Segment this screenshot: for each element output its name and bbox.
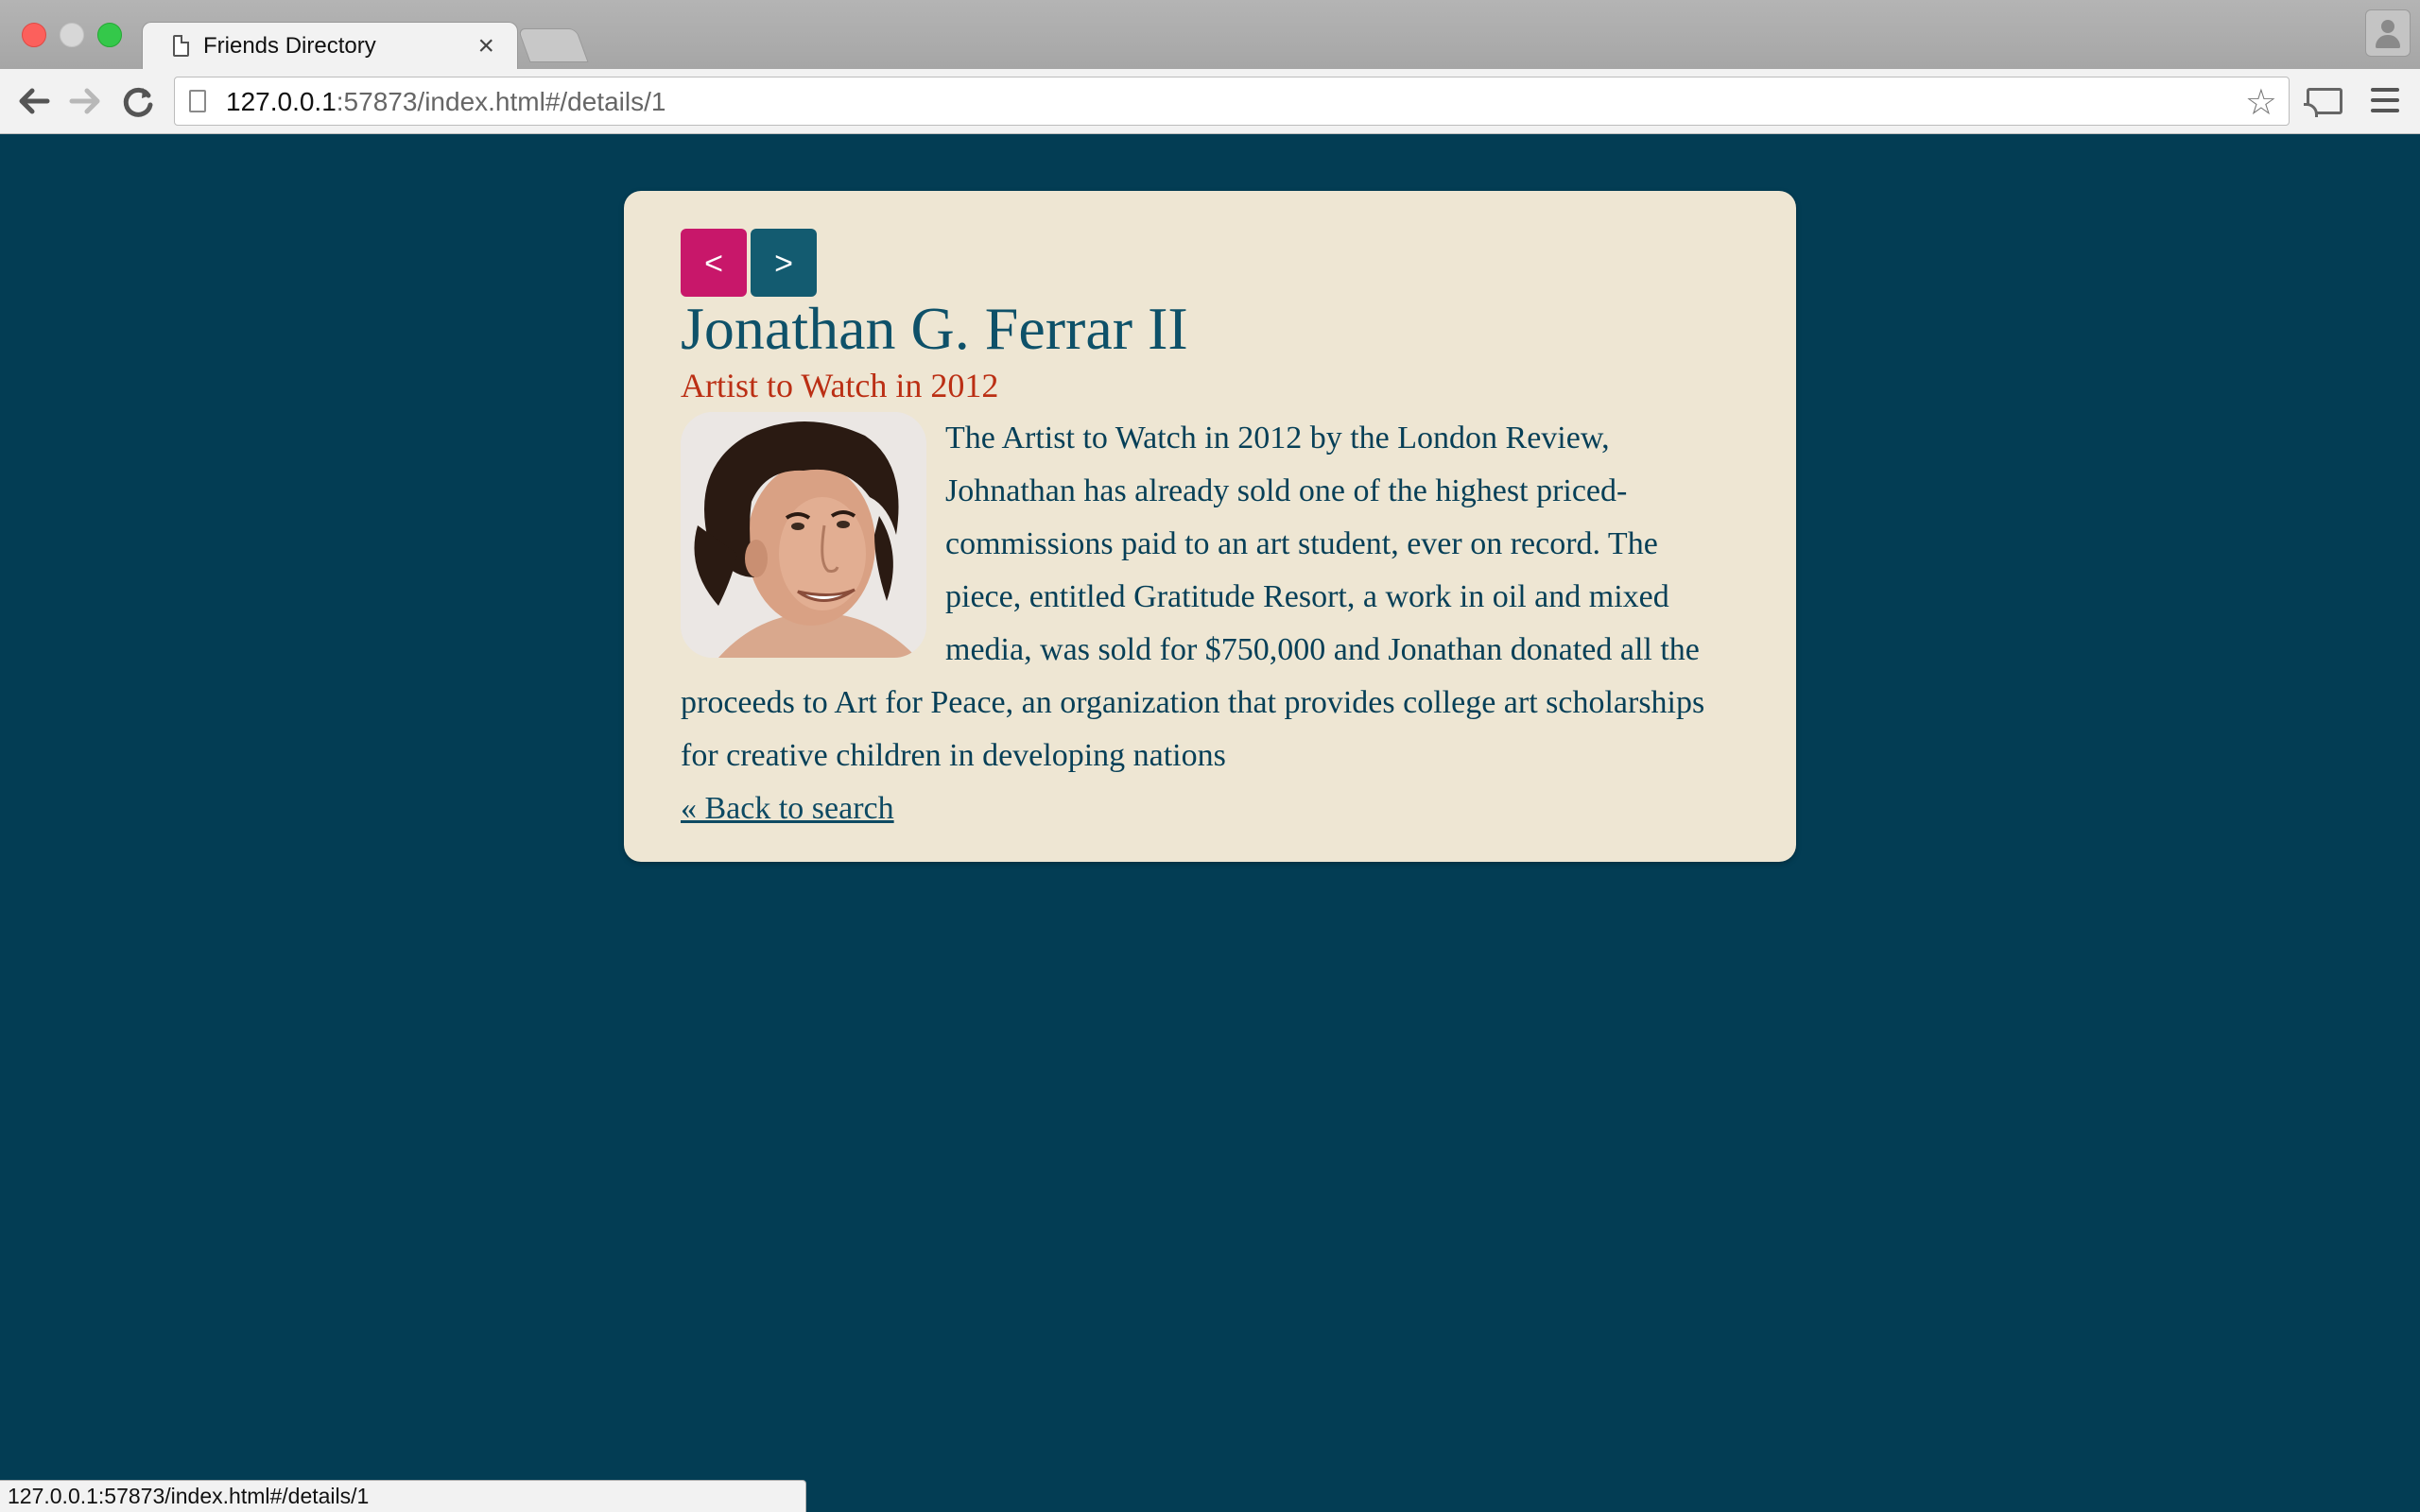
document-icon <box>173 35 189 57</box>
maximize-window-button[interactable] <box>97 23 122 47</box>
page-icon <box>189 90 206 112</box>
url-text[interactable]: 127.0.0.1:57873/index.html#/details/1 <box>226 87 666 117</box>
pager: < > <box>681 229 1739 297</box>
cast-icon[interactable] <box>2304 88 2342 117</box>
tab-title: Friends Directory <box>203 33 376 59</box>
profile-icon[interactable] <box>2365 9 2411 57</box>
tab-close-icon[interactable]: × <box>477 30 494 62</box>
status-bar: 127.0.0.1:57873/index.html#/details/1 <box>0 1480 806 1512</box>
bookmark-star-icon[interactable]: ☆ <box>2245 81 2277 124</box>
details-card: < > Jonathan G. Ferrar II Artist to Watch… <box>624 191 1796 862</box>
address-bar[interactable]: 127.0.0.1:57873/index.html#/details/1 ☆ <box>174 77 2290 126</box>
browser-chrome: Friends Directory × 127.0.0.1:57873/inde… <box>0 0 2420 134</box>
browser-tab[interactable]: Friends Directory × <box>142 22 518 71</box>
hamburger-menu-icon[interactable] <box>2371 88 2399 114</box>
person-title: Artist to Watch in 2012 <box>681 367 999 404</box>
forward-arrow-icon[interactable] <box>64 80 106 122</box>
back-to-search-link[interactable]: « Back to search <box>681 782 894 835</box>
previous-button[interactable]: < <box>681 229 747 297</box>
tab-bar: Friends Directory × <box>0 0 2420 71</box>
back-arrow-icon[interactable] <box>13 80 55 122</box>
browser-toolbar: 127.0.0.1:57873/index.html#/details/1 ☆ <box>0 69 2420 134</box>
bio: The Artist to Watch in 2012 by the Londo… <box>681 412 1739 782</box>
minimize-window-button[interactable] <box>60 23 84 47</box>
next-button[interactable]: > <box>751 229 817 297</box>
portrait-image <box>681 412 926 658</box>
new-tab-button[interactable] <box>517 28 589 62</box>
close-window-button[interactable] <box>22 23 46 47</box>
reload-icon[interactable] <box>117 80 159 122</box>
person-name: Jonathan G. Ferrar II <box>681 295 1188 362</box>
